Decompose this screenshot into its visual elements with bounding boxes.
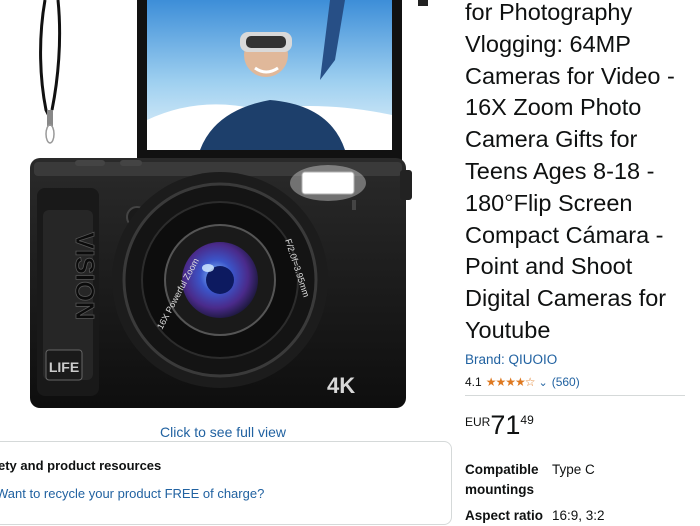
recycle-link[interactable]: Want to recycle your product FREE of cha… (0, 486, 264, 501)
product-title: for Photography Vlogging: 64MP Cameras f… (465, 0, 675, 343)
review-count-link[interactable]: (560) (552, 375, 580, 389)
product-main-image[interactable]: VISION LIFE 16X Powerful Zoom F/2.0f=3.9… (0, 0, 452, 415)
spec-value: Type C (552, 462, 595, 477)
divider (465, 395, 685, 396)
price-fraction: 49 (520, 413, 534, 427)
price: EUR 71 49 (465, 410, 534, 440)
chevron-down-icon[interactable]: ⌄ (538, 376, 547, 389)
star-rating-icon[interactable]: ★★★★☆ (486, 375, 536, 389)
camera-image: VISION LIFE 16X Powerful Zoom F/2.0f=3.9… (30, 0, 428, 408)
product-resources-box (0, 441, 452, 525)
spec-value: 16:9, 3:2 (552, 508, 605, 523)
spec-key: Compatible mountings (465, 462, 539, 497)
product-resources-title: ety and product resources (0, 458, 162, 473)
price-whole: 71 (490, 410, 521, 440)
price-currency: EUR (465, 415, 491, 429)
spec-key: Aspect ratio (465, 508, 544, 523)
brand-link[interactable]: Brand: QIUOIO (465, 352, 557, 367)
click-full-view-link[interactable]: Click to see full view (160, 424, 286, 440)
badge-4k: 4K (327, 373, 355, 398)
grip-badge-text: LIFE (49, 359, 79, 375)
rating-row: 4.1 ★★★★☆ ⌄ (560) (465, 375, 580, 389)
grip-brand-text: VISION (70, 232, 100, 320)
rating-number: 4.1 (465, 375, 482, 389)
